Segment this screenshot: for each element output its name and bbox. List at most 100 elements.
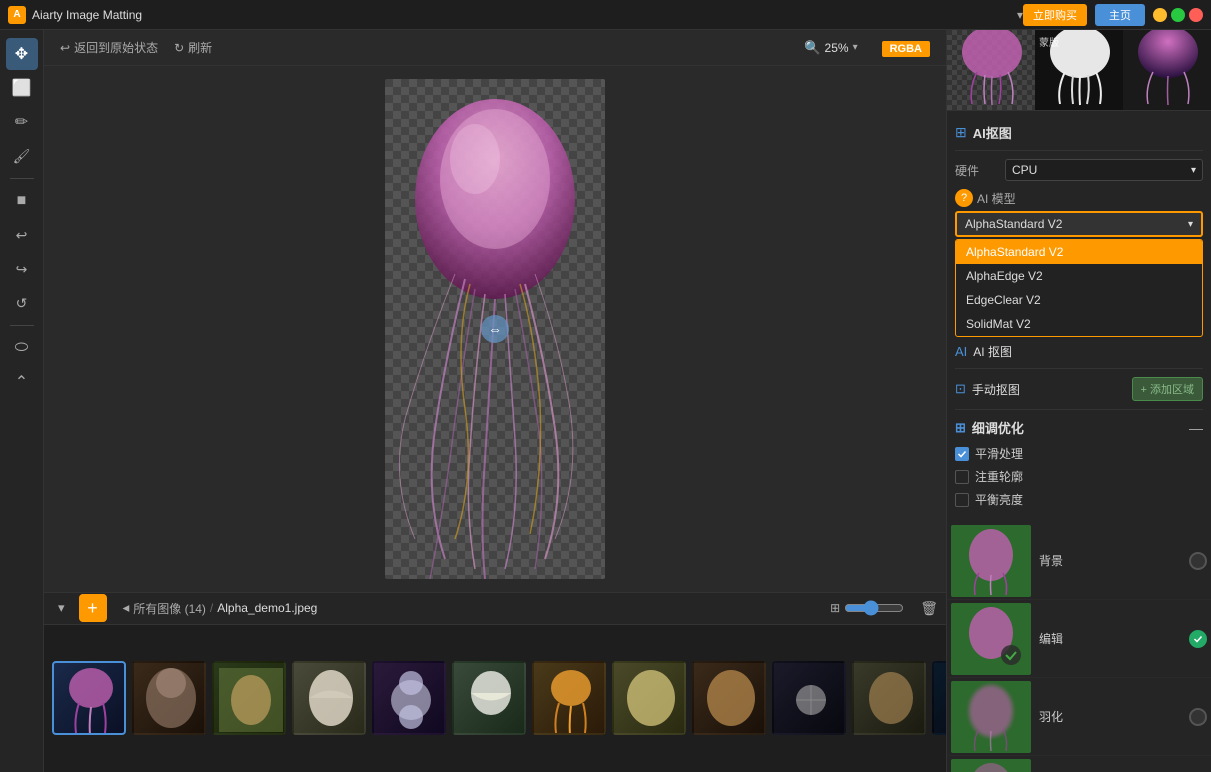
ai-matting-icon: ⊞ [955,124,967,141]
edit-label-area: 编辑 [1031,630,1189,647]
contour-checkbox[interactable] [955,470,969,484]
original-preview-thumb[interactable] [1123,30,1211,110]
refinement-collapse-button[interactable]: — [1189,420,1203,436]
effects-panel: 背景 编辑 羽化 [947,522,1211,772]
smooth-row: 平滑处理 [955,445,1203,462]
undo-button[interactable]: ↩ [6,219,38,251]
app-logo: A [8,6,26,24]
balance-checkbox[interactable] [955,493,969,507]
left-toolbar: ✥ ⬜ ✏ 🖌 ■ ↩ ↪ ↺ ⬭ ⌃ [0,30,44,772]
app-title: Aiarty Image Matting [32,8,1013,22]
zoom-control: 🔍 25% ▾ [804,40,858,56]
titlebar: A Aiarty Image Matting ▾ 立即购买 主页 [0,0,1211,30]
preview-row: 蒙版 [947,30,1211,111]
background-label: 背景 [1039,554,1063,568]
canvas-area: ↩ 返回到原始状态 ↻ 刷新 🔍 25% ▾ RGBA [44,30,946,592]
thumbnail-6[interactable] [452,661,526,735]
ai-bottom-row: AI AI 抠图 [955,343,1203,360]
thumbnail-1[interactable] [52,661,126,735]
thumbnail-11[interactable] [852,661,926,735]
smooth-checkbox[interactable] [955,447,969,461]
effect-feather[interactable]: 羽化 [947,678,1211,756]
hardware-select[interactable]: CPU ▾ [1005,159,1203,181]
ai-matting-title: AI抠图 [973,123,1012,142]
drag-handle[interactable]: ⇔ [481,315,509,343]
refine-icon: ⊞ [955,420,966,436]
thumbnail-4[interactable] [292,661,366,735]
refinement-header: ⊞ 细调优化 — [955,418,1203,437]
nav-back-button[interactable]: ◂ [123,600,130,616]
feather-thumb [951,681,1031,753]
mask-preview-jellyfish [1035,30,1123,110]
ai-bottom-label: AI 抠图 [973,343,1012,360]
home-button[interactable]: 主页 [1095,4,1145,26]
eraser-tool-button[interactable]: ⬜ [6,72,38,104]
paint-tool-button[interactable]: 🖌 [6,140,38,172]
manual-matting-label: 手动抠图 [972,381,1132,398]
ai-bottom-icon: AI [955,344,967,359]
thumbnail-strip [44,625,946,772]
add-image-button[interactable]: + [79,594,107,622]
zoom-out-button[interactable]: 🔍 [804,40,821,56]
canvas-content[interactable]: ⇔ [44,66,946,592]
rgba-preview-thumb[interactable] [947,30,1035,110]
rgba-badge: RGBA [882,41,930,57]
grid-icon: ⊞ [830,601,840,615]
pen-tool-button[interactable]: ✏ [6,106,38,138]
move-tool-button[interactable]: ✥ [6,38,38,70]
thumbnail-size-slider[interactable] [844,600,904,616]
collapse-bottom-button[interactable]: ▾ [52,598,71,618]
feather-label: 羽化 [1039,710,1063,724]
ai-model-option-1[interactable]: AlphaStandard V2 [956,240,1202,264]
maximize-button[interactable] [1171,8,1185,22]
mask-preview-thumb[interactable]: 蒙版 [1035,30,1123,110]
ai-model-selected: AlphaStandard V2 [965,217,1062,231]
effect-edit[interactable]: 编辑 [947,600,1211,678]
color-tool-button[interactable]: ■ [6,185,38,217]
thumbnail-size-control: ⊞ [830,600,904,616]
ai-matting-header: ⊞ AI抠图 [955,119,1203,151]
manual-icon: ⊡ [955,381,966,397]
delete-button[interactable]: 🗑 [920,600,938,617]
close-button[interactable] [1189,8,1203,22]
thumbnail-2[interactable] [132,661,206,735]
balance-label: 平衡亮度 [975,491,1023,508]
balance-row: 平衡亮度 [955,491,1203,508]
ai-model-dropdown: AlphaStandard V2 AlphaEdge V2 EdgeClear … [955,239,1203,337]
redo-button[interactable]: ↪ [6,253,38,285]
thumbnail-12[interactable] [932,661,946,735]
reset-to-original-button[interactable]: ↩ 返回到原始状态 [60,39,158,56]
thumbnail-5[interactable] [372,661,446,735]
ai-model-option-2[interactable]: AlphaEdge V2 [956,264,1202,288]
hardware-chevron-icon: ▾ [1191,165,1196,176]
background-thumb [951,525,1031,597]
background-label-area: 背景 [1031,552,1189,569]
collapse-button[interactable]: ⌃ [6,366,38,398]
select-tool-button[interactable]: ⬭ [6,332,38,364]
ai-model-option-4[interactable]: SolidMat V2 [956,312,1202,336]
all-images-label: 所有图像 (14) [133,600,206,617]
reset-button[interactable]: ↺ [6,287,38,319]
thumbnail-9[interactable] [692,661,766,735]
add-area-button[interactable]: + 添加区域 [1132,377,1203,401]
feather-dot [1189,708,1207,726]
effect-background[interactable]: 背景 [947,522,1211,600]
thumbnail-10[interactable] [772,661,846,735]
manual-matting-section: ⊡ 手动抠图 + 添加区域 [955,368,1203,401]
ai-model-option-3[interactable]: EdgeClear V2 [956,288,1202,312]
preview-jellyfish [947,30,1035,110]
contour-label: 注重轮廓 [975,468,1023,485]
effect-blur[interactable]: 模糊 [947,756,1211,772]
ai-model-select[interactable]: AlphaStandard V2 ▾ [955,211,1203,237]
breadcrumb: ◂ 所有图像 (14) / Alpha_demo1.jpeg [123,600,318,617]
buy-button[interactable]: 立即购买 [1023,4,1087,26]
refresh-button[interactable]: ↻ 刷新 [174,39,212,56]
thumbnail-8[interactable] [612,661,686,735]
feather-label-area: 羽化 [1031,708,1189,725]
bottom-toolbar: ▾ + ◂ 所有图像 (14) / Alpha_demo1.jpeg ⊞ 🗑 [44,593,946,625]
ai-help-icon[interactable]: ? [955,189,973,207]
thumbnail-7[interactable] [532,661,606,735]
zoom-dropdown-button[interactable]: ▾ [853,42,858,53]
thumbnail-3[interactable] [212,661,286,735]
minimize-button[interactable] [1153,8,1167,22]
